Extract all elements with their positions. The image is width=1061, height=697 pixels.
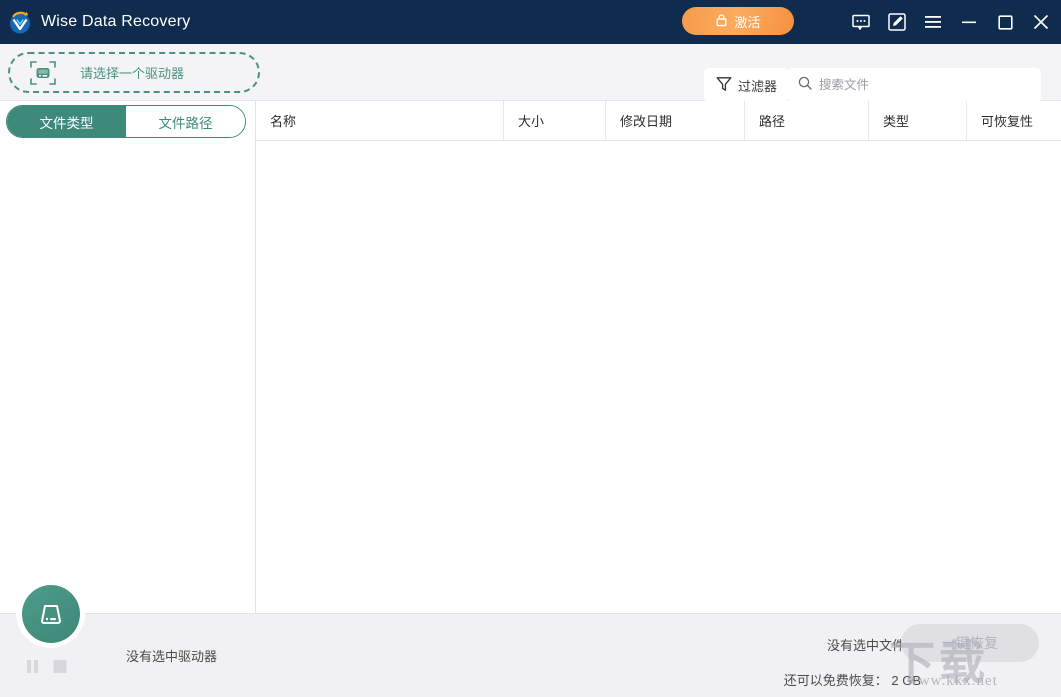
drive-select-button[interactable]: 请选择一个驱动器 — [8, 52, 260, 93]
sidebar: 文件类型 文件路径 — [0, 101, 256, 613]
column-header-path[interactable]: 路径 — [745, 101, 869, 140]
column-header-modified-date[interactable]: 修改日期 — [606, 101, 745, 140]
table-header-row: 名称 大小 修改日期 路径 类型 可恢复性 — [256, 101, 1061, 141]
column-header-recoverability[interactable]: 可恢复性 — [967, 101, 1061, 140]
lock-icon — [715, 13, 728, 30]
pause-button[interactable] — [26, 659, 39, 679]
search-icon — [798, 76, 812, 95]
search-input[interactable] — [819, 78, 1031, 92]
page-title: Wise Data Recovery — [41, 13, 190, 31]
maximize-icon[interactable] — [995, 12, 1015, 32]
funnel-icon — [716, 76, 732, 95]
filter-button[interactable]: 过滤器 — [704, 68, 789, 102]
menu-icon[interactable] — [923, 12, 943, 32]
main-body: 文件类型 文件路径 名称 大小 修改日期 路径 类型 可恢复性 — [0, 101, 1061, 613]
activate-label: 激活 — [734, 12, 760, 31]
close-icon[interactable] — [1031, 12, 1051, 32]
column-header-type[interactable]: 类型 — [869, 101, 967, 140]
file-table: 名称 大小 修改日期 路径 类型 可恢复性 — [256, 101, 1061, 613]
tab-file-path-label: 文件路径 — [159, 112, 213, 132]
scan-transport-controls — [26, 659, 67, 679]
tab-file-path[interactable]: 文件路径 — [126, 106, 245, 137]
title-bar: Wise Data Recovery 激活 — [0, 0, 1061, 44]
app-window: Wise Data Recovery 激活 — [0, 0, 1061, 697]
minimize-icon[interactable] — [959, 12, 979, 32]
drive-scan-icon — [30, 61, 56, 85]
no-drive-status: 没有选中驱动器 — [126, 646, 217, 665]
no-file-status: 没有选中文件 — [827, 635, 905, 654]
column-header-size[interactable]: 大小 — [504, 101, 606, 140]
window-controls — [851, 0, 1051, 44]
toolbar: 请选择一个驱动器 过滤器 — [0, 44, 1061, 101]
tab-file-type[interactable]: 文件类型 — [7, 106, 126, 137]
edit-icon[interactable] — [887, 12, 907, 32]
drive-select-label: 请选择一个驱动器 — [80, 63, 184, 82]
feedback-icon[interactable] — [851, 12, 871, 32]
column-header-name[interactable]: 名称 — [256, 101, 504, 140]
hard-drive-icon — [22, 585, 80, 643]
recover-all-button[interactable]: 一键恢复 — [901, 624, 1039, 662]
free-quota-status: 还可以免费恢复： 2 GB — [784, 670, 921, 689]
recover-all-label: 一键恢复 — [942, 633, 998, 653]
table-body — [256, 141, 1061, 613]
filter-label: 过滤器 — [738, 76, 777, 95]
stop-button[interactable] — [53, 659, 67, 679]
wise-recovery-logo-icon — [7, 9, 33, 35]
footer-bar: 没有选中驱动器 没有选中文件 还可以免费恢复： 2 GB 一键恢复 — [0, 613, 1061, 697]
activate-button[interactable]: 激活 — [682, 7, 794, 35]
view-mode-toggle: 文件类型 文件路径 — [6, 105, 246, 138]
drive-status-badge — [16, 579, 85, 648]
search-box[interactable] — [788, 68, 1041, 102]
tab-file-type-label: 文件类型 — [40, 112, 94, 132]
